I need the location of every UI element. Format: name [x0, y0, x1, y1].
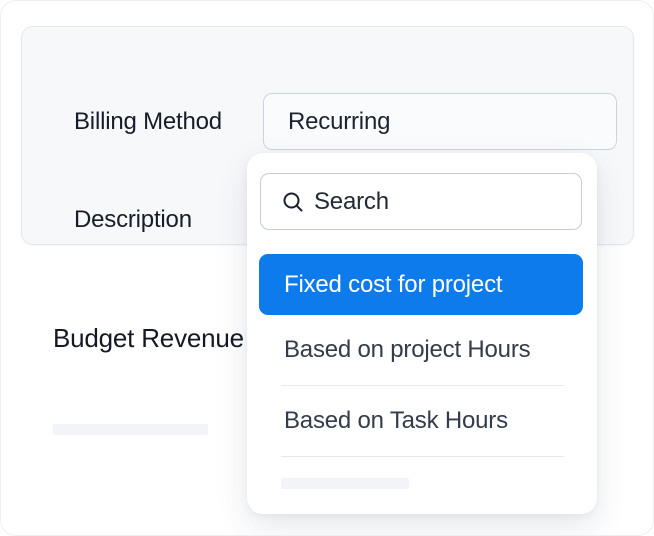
- budget-revenue-placeholder-bar: [53, 424, 208, 435]
- budget-revenue-label: Budget Revenue: [53, 323, 244, 354]
- option-label: Based on Task Hours: [284, 407, 508, 435]
- billing-method-select[interactable]: Recurring: [263, 93, 617, 150]
- search-icon: [282, 191, 304, 213]
- billing-type-dropdown: Fixed cost for project Based on project …: [247, 153, 597, 514]
- dropdown-option-fixed-cost-for-project[interactable]: Fixed cost for project: [259, 254, 583, 315]
- billing-method-value: Recurring: [288, 108, 390, 136]
- billing-method-label: Billing Method: [74, 108, 222, 136]
- option-label: Fixed cost for project: [284, 271, 502, 299]
- loading-placeholder-bar: [281, 478, 409, 489]
- search-input[interactable]: [314, 188, 567, 216]
- search-box[interactable]: [260, 173, 582, 230]
- description-label: Description: [74, 206, 192, 234]
- option-divider: [281, 456, 564, 457]
- dropdown-option-based-on-task-hours[interactable]: Based on Task Hours: [247, 386, 597, 456]
- option-label: Based on project Hours: [284, 336, 530, 364]
- dropdown-option-based-on-project-hours[interactable]: Based on project Hours: [247, 315, 597, 385]
- billing-form-screen: Billing Method Recurring Description Fix…: [0, 0, 654, 536]
